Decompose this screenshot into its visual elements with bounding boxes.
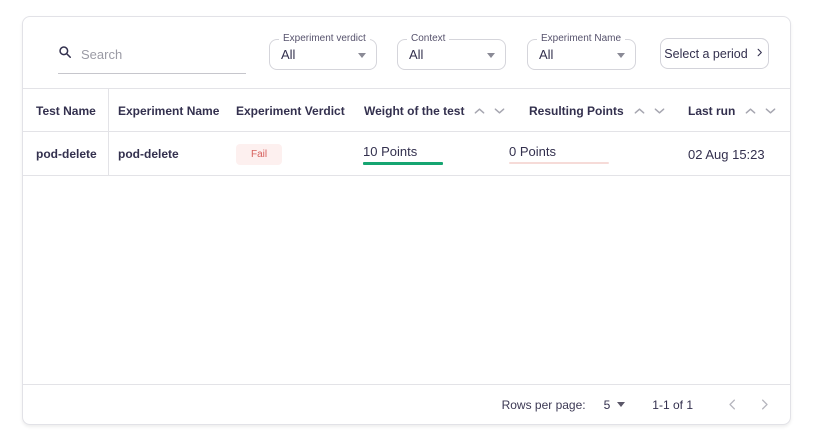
caret-down-icon xyxy=(487,53,495,58)
search-input[interactable] xyxy=(81,47,231,62)
caret-down-icon xyxy=(358,53,366,58)
column-header-resulting-points-label: Resulting Points xyxy=(529,104,624,118)
rows-per-page-label: Rows per page: xyxy=(502,398,586,412)
chevron-right-icon xyxy=(754,47,765,61)
experiment-name-select-value: All xyxy=(539,40,553,69)
cell-resulting-points: 0 Points xyxy=(509,132,609,176)
search-icon xyxy=(58,45,72,64)
table-header-row: Test Name Experiment Name Experiment Ver… xyxy=(23,89,790,132)
pagination-footer: Rows per page: 5 1-1 of 1 xyxy=(23,384,790,424)
column-header-weight: Weight of the test xyxy=(364,89,505,132)
experiment-verdict-select-value: All xyxy=(281,40,295,69)
pager xyxy=(723,395,774,414)
first-column-divider xyxy=(108,89,109,176)
experiment-name-select[interactable]: Experiment Name All xyxy=(527,39,636,70)
cell-weight: 10 Points xyxy=(363,132,443,176)
column-header-last-run-label: Last run xyxy=(688,104,735,118)
sort-descending-icon[interactable] xyxy=(765,107,776,115)
column-header-weight-label: Weight of the test xyxy=(364,104,464,118)
column-header-experiment-verdict: Experiment Verdict xyxy=(236,89,345,132)
sort-ascending-icon[interactable] xyxy=(634,107,645,115)
caret-down-icon xyxy=(617,53,625,58)
select-period-button[interactable]: Select a period xyxy=(660,38,769,69)
column-header-resulting-points: Resulting Points xyxy=(529,89,665,132)
table-row[interactable]: pod-delete pod-delete Fail 10 Points 0 P… xyxy=(23,132,790,176)
context-select-value: All xyxy=(409,40,423,69)
filter-bar: Experiment verdict All Context All Exper… xyxy=(23,17,790,89)
weight-value: 10 Points xyxy=(363,144,443,159)
verdict-fail-badge: Fail xyxy=(236,144,282,165)
context-select[interactable]: Context All xyxy=(397,39,506,70)
cell-experiment-name: pod-delete xyxy=(118,132,179,176)
cell-last-run: 02 Aug 15:23 xyxy=(688,132,765,176)
search-field[interactable] xyxy=(58,45,246,74)
cell-experiment-verdict: Fail xyxy=(236,132,282,176)
experiment-verdict-select[interactable]: Experiment verdict All xyxy=(269,39,377,70)
caret-down-icon xyxy=(617,402,625,407)
sort-ascending-icon[interactable] xyxy=(474,107,485,115)
chevron-right-icon xyxy=(757,397,772,412)
sort-descending-icon[interactable] xyxy=(494,107,505,115)
column-header-experiment-name: Experiment Name xyxy=(118,89,219,132)
rows-per-page-value: 5 xyxy=(604,398,611,412)
column-header-test-name: Test Name xyxy=(36,89,96,132)
select-period-label: Select a period xyxy=(664,47,747,61)
page-range-label: 1-1 of 1 xyxy=(652,398,693,412)
last-run-sorters xyxy=(745,107,776,115)
resulting-points-sorters xyxy=(634,107,665,115)
experiment-results-card: Experiment verdict All Context All Exper… xyxy=(22,16,791,425)
next-page-button[interactable] xyxy=(755,395,774,414)
weight-sorters xyxy=(474,107,505,115)
weight-progress-bar xyxy=(363,162,443,165)
chevron-left-icon xyxy=(725,397,740,412)
sort-descending-icon[interactable] xyxy=(654,107,665,115)
sort-ascending-icon[interactable] xyxy=(745,107,756,115)
previous-page-button[interactable] xyxy=(723,395,742,414)
page: Experiment verdict All Context All Exper… xyxy=(0,0,814,441)
cell-test-name: pod-delete xyxy=(36,132,97,176)
rows-per-page-select[interactable]: 5 xyxy=(604,398,626,412)
resulting-points-track-bar xyxy=(509,162,609,164)
column-header-last-run: Last run xyxy=(688,89,776,132)
resulting-points-value: 0 Points xyxy=(509,144,609,159)
